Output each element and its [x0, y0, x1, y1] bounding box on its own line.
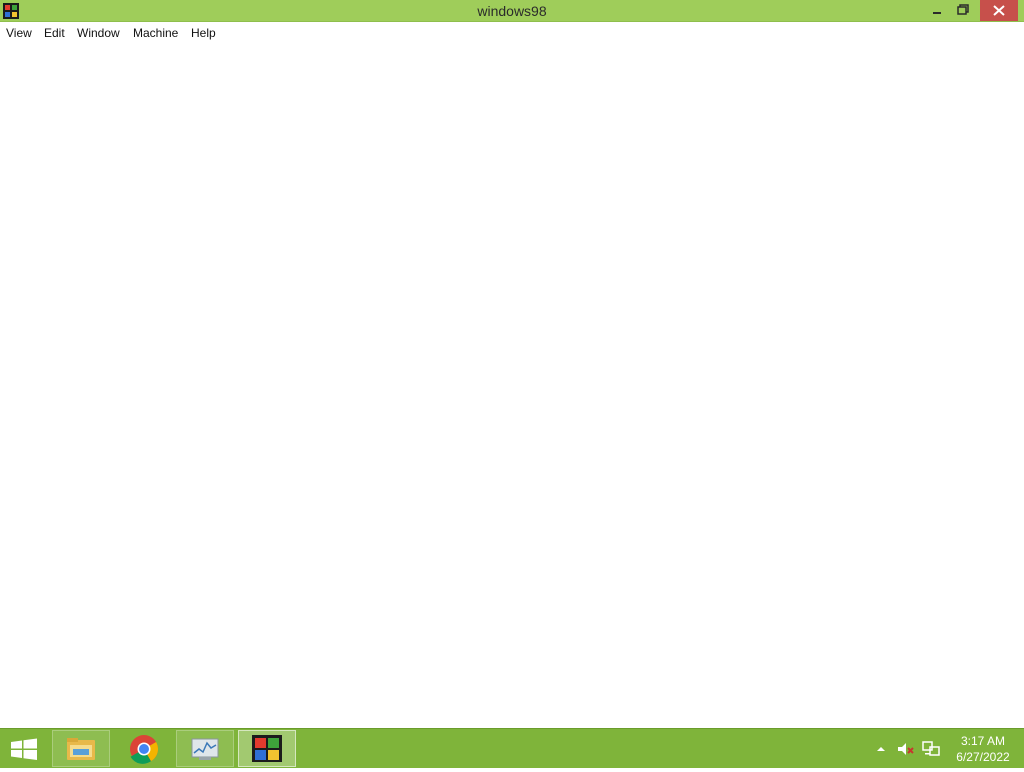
windows98-vm-icon [252, 735, 282, 762]
close-icon[interactable] [980, 0, 1018, 21]
restore-icon[interactable] [947, 0, 977, 21]
windows-start-icon[interactable] [0, 729, 48, 769]
show-hidden-icons-arrow[interactable] [876, 745, 886, 753]
taskbar: 3:17 AM 6/27/2022 [0, 728, 1024, 768]
clock-time: 3:17 AM [960, 734, 1006, 748]
speaker-muted-icon[interactable] [896, 741, 916, 757]
vm-display-area[interactable] [0, 44, 1024, 728]
system-clock[interactable]: 3:17 AM 6/27/2022 [948, 733, 1018, 765]
network-icon[interactable] [922, 740, 940, 758]
taskbar-chrome[interactable] [114, 730, 172, 767]
menu-help[interactable]: Help [191, 26, 216, 40]
taskbar-file-explorer[interactable] [52, 730, 110, 767]
menu-machine[interactable]: Machine [133, 26, 178, 40]
window-title-bar[interactable]: windows98 [0, 0, 1024, 22]
resource-monitor-icon [191, 738, 219, 760]
menu-window[interactable]: Window [77, 26, 120, 40]
chrome-icon [130, 735, 158, 764]
taskbar-windows98-vm[interactable] [238, 730, 296, 767]
menu-edit[interactable]: Edit [44, 26, 65, 40]
clock-date: 6/27/2022 [956, 750, 1010, 764]
menu-bar: View Edit Window Machine Help [0, 22, 1024, 44]
menu-view[interactable]: View [6, 26, 32, 40]
taskbar-resource-monitor[interactable] [176, 730, 234, 767]
window-title: windows98 [477, 3, 547, 19]
file-explorer-icon [67, 738, 95, 760]
